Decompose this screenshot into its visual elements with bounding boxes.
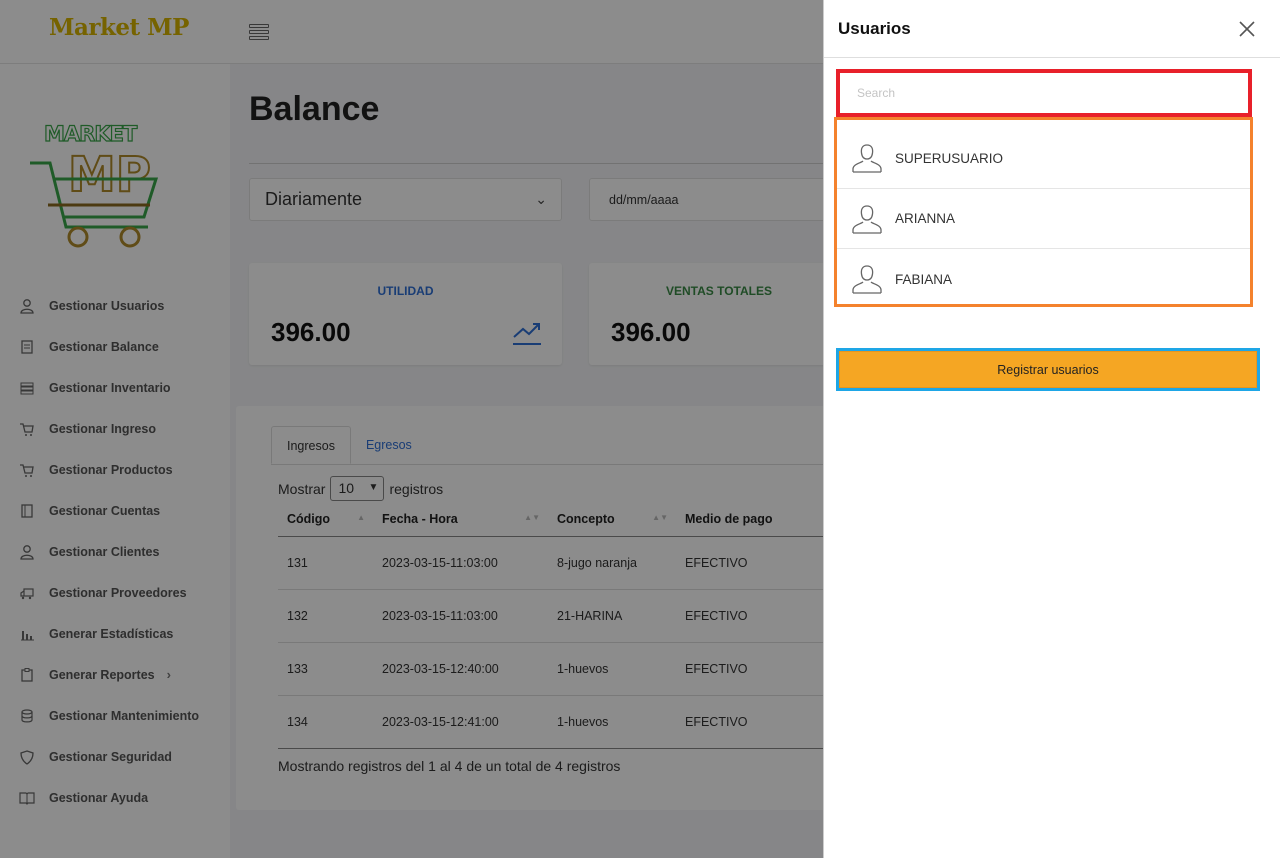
register-users-button[interactable]: Registrar usuarios: [839, 351, 1257, 388]
user-avatar-icon: [852, 144, 882, 173]
usuarios-panel: Usuarios SUPERUSUARIO ARIANNA: [823, 0, 1280, 858]
close-icon[interactable]: [1238, 20, 1256, 38]
user-avatar-icon: [852, 265, 882, 294]
panel-header: Usuarios: [824, 0, 1280, 58]
user-list: SUPERUSUARIO ARIANNA FABIANA: [834, 117, 1253, 307]
list-item[interactable]: ARIANNA: [837, 189, 1250, 249]
search-box: [836, 69, 1252, 117]
panel-title: Usuarios: [838, 19, 911, 38]
user-avatar-icon: [852, 204, 882, 234]
user-name: FABIANA: [895, 271, 953, 287]
user-name: ARIANNA: [895, 211, 956, 226]
search-input[interactable]: [840, 73, 1248, 113]
list-item[interactable]: SUPERUSUARIO: [837, 120, 1250, 189]
user-name: SUPERUSUARIO: [895, 150, 1004, 166]
register-button-highlight: Registrar usuarios: [836, 348, 1260, 391]
list-item[interactable]: FABIANA: [837, 249, 1250, 309]
